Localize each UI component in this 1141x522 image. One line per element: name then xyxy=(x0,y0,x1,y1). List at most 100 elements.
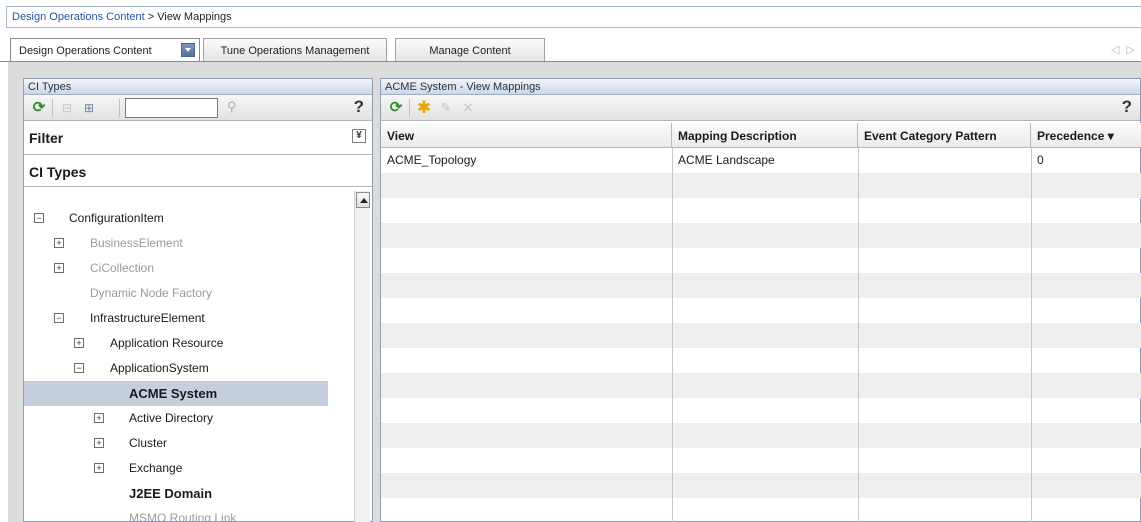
breadcrumb-separator: > xyxy=(144,11,158,23)
expand-icon[interactable]: + xyxy=(94,413,104,423)
table-row xyxy=(381,273,1141,298)
scroll-up-arrow-icon[interactable] xyxy=(356,192,370,208)
collapse-icon[interactable]: − xyxy=(54,313,64,323)
tree-item-active-directory[interactable]: + Active Directory xyxy=(24,406,328,431)
table-row xyxy=(381,248,1141,273)
table-row xyxy=(381,198,1141,223)
help-icon[interactable]: ? xyxy=(1122,97,1132,117)
expand-filter-icon[interactable]: ¥ xyxy=(352,129,366,143)
tree-item-configurationitem[interactable]: − ConfigurationItem xyxy=(24,206,328,231)
table-header: View Mapping Description Event Category … xyxy=(381,123,1141,148)
tree-item-label: ApplicationSystem xyxy=(110,361,209,375)
tree-item-label: CiCollection xyxy=(90,261,155,275)
cell-mapping-description: ACME Landscape xyxy=(678,153,775,167)
table-row xyxy=(381,298,1141,323)
tab-manage-content[interactable]: Manage Content xyxy=(395,38,545,62)
breadcrumb: Design Operations Content > View Mapping… xyxy=(6,6,1141,28)
expand-icon[interactable]: + xyxy=(74,338,84,348)
search-input[interactable] xyxy=(125,98,218,118)
tab-label: Manage Content xyxy=(429,45,511,57)
refresh-icon[interactable]: ⟳ xyxy=(387,99,405,117)
column-header-event-category-pattern[interactable]: Event Category Pattern xyxy=(858,123,1031,148)
collapse-icon[interactable]: − xyxy=(74,363,84,373)
tree-item-msmq-routing-link[interactable]: MSMQ Routing Link xyxy=(24,506,328,522)
tree-item-label: BusinessElement xyxy=(90,236,183,250)
tree-item-label: ACME System xyxy=(129,386,218,401)
tree-item-label: Active Directory xyxy=(129,411,214,425)
delete-icon[interactable]: ✕ xyxy=(459,99,477,117)
view-mappings-table: View Mapping Description Event Category … xyxy=(381,123,1141,522)
view-mappings-toolbar: ⟳ ✱ ✎ ✕ ? xyxy=(381,95,1140,121)
table-row xyxy=(381,423,1141,448)
tab-label: Design Operations Content xyxy=(19,45,152,57)
tree-item-j2ee-domain[interactable]: J2EE Domain xyxy=(24,481,328,506)
filter-label: Filter xyxy=(29,130,64,146)
table-row xyxy=(381,223,1141,248)
breadcrumb-link-design-operations-content[interactable]: Design Operations Content xyxy=(12,11,145,23)
tree-item-businesselement[interactable]: + BusinessElement xyxy=(24,231,328,256)
tree-item-dynamic-node-factory[interactable]: Dynamic Node Factory xyxy=(24,281,328,306)
tree-item-acme-system[interactable]: ACME System xyxy=(24,381,328,406)
table-row xyxy=(381,448,1141,473)
expand-icon[interactable]: + xyxy=(54,238,64,248)
tree-item-label: Cluster xyxy=(129,436,168,450)
tree-item-label: Application Resource xyxy=(110,336,224,350)
tree-item-label: J2EE Domain xyxy=(129,486,213,501)
ci-types-panel: CI Types ⟳ ⊟ ⊞ ⚲ ? Filter ¥ CI Types − C… xyxy=(23,78,373,522)
tree-item-label: MSMQ Routing Link xyxy=(129,511,237,522)
tree-item-label: Dynamic Node Factory xyxy=(90,286,213,300)
table-row xyxy=(381,498,1141,522)
cell-view: ACME_Topology xyxy=(387,153,477,167)
tab-tune-operations-management[interactable]: Tune Operations Management xyxy=(203,38,387,62)
column-header-mapping-description[interactable]: Mapping Description xyxy=(672,123,858,148)
column-divider xyxy=(672,148,673,522)
cell-precedence: 0 xyxy=(1037,153,1044,167)
toolbar-separator xyxy=(119,99,120,117)
table-body: ACME_Topology ACME Landscape 0 xyxy=(381,148,1141,522)
toolbar-separator xyxy=(52,99,53,117)
tab-label: Tune Operations Management xyxy=(220,45,370,57)
ci-types-toolbar: ⟳ ⊟ ⊞ ⚲ ? xyxy=(24,95,372,121)
table-row[interactable]: ACME_Topology ACME Landscape 0 xyxy=(381,148,1141,173)
tree-item-cluster[interactable]: + Cluster xyxy=(24,431,328,456)
column-header-precedence[interactable]: Precedence ▾ xyxy=(1031,123,1141,148)
column-header-view[interactable]: View xyxy=(381,123,672,148)
tab-nav-arrows-icon[interactable]: ◁ ▷ xyxy=(1111,43,1137,56)
tree-item-exchange[interactable]: + Exchange xyxy=(24,456,328,481)
new-item-icon[interactable]: ✱ xyxy=(415,99,433,117)
tree-item-label: Exchange xyxy=(129,461,183,475)
table-row xyxy=(381,323,1141,348)
tree-item-cicollection[interactable]: + CiCollection xyxy=(24,256,328,281)
filter-section[interactable]: Filter ¥ xyxy=(24,121,372,155)
ci-types-tree: − ConfigurationItem + BusinessElement + … xyxy=(24,189,372,522)
column-divider xyxy=(858,148,859,522)
table-row xyxy=(381,173,1141,198)
collapse-icon[interactable]: − xyxy=(34,213,44,223)
tree-item-infrastructureelement[interactable]: − InfrastructureElement xyxy=(24,306,328,331)
tab-design-operations-content[interactable]: Design Operations Content xyxy=(10,38,200,63)
edit-icon[interactable]: ✎ xyxy=(437,99,455,117)
ci-types-section-header: CI Types xyxy=(24,155,372,187)
expand-icon[interactable]: + xyxy=(94,438,104,448)
tree-hierarchy-icon[interactable]: ⊞ xyxy=(80,99,98,117)
tree-item-label: InfrastructureElement xyxy=(90,311,205,325)
table-row xyxy=(381,373,1141,398)
table-row xyxy=(381,473,1141,498)
workspace: CI Types ⟳ ⊟ ⊞ ⚲ ? Filter ¥ CI Types − C… xyxy=(8,62,1141,522)
refresh-icon[interactable]: ⟳ xyxy=(30,99,48,117)
table-row xyxy=(381,398,1141,423)
tree-item-applicationsystem[interactable]: − ApplicationSystem xyxy=(24,356,328,381)
breadcrumb-current: View Mappings xyxy=(157,11,232,23)
help-icon[interactable]: ? xyxy=(354,97,364,117)
tree-scrollbar[interactable] xyxy=(354,191,370,522)
tree-item-application-resource[interactable]: + Application Resource xyxy=(24,331,328,356)
view-mappings-panel: ACME System - View Mappings ⟳ ✱ ✎ ✕ ? Vi… xyxy=(380,78,1141,522)
panel-title: ACME System - View Mappings xyxy=(381,79,1140,95)
expand-icon[interactable]: + xyxy=(54,263,64,273)
toolbar-separator xyxy=(409,99,410,117)
tree-collapse-icon[interactable]: ⊟ xyxy=(58,99,76,117)
column-divider xyxy=(1031,148,1032,522)
search-icon[interactable]: ⚲ xyxy=(227,99,237,115)
expand-icon[interactable]: + xyxy=(94,463,104,473)
tab-dropdown-icon[interactable] xyxy=(181,43,195,57)
